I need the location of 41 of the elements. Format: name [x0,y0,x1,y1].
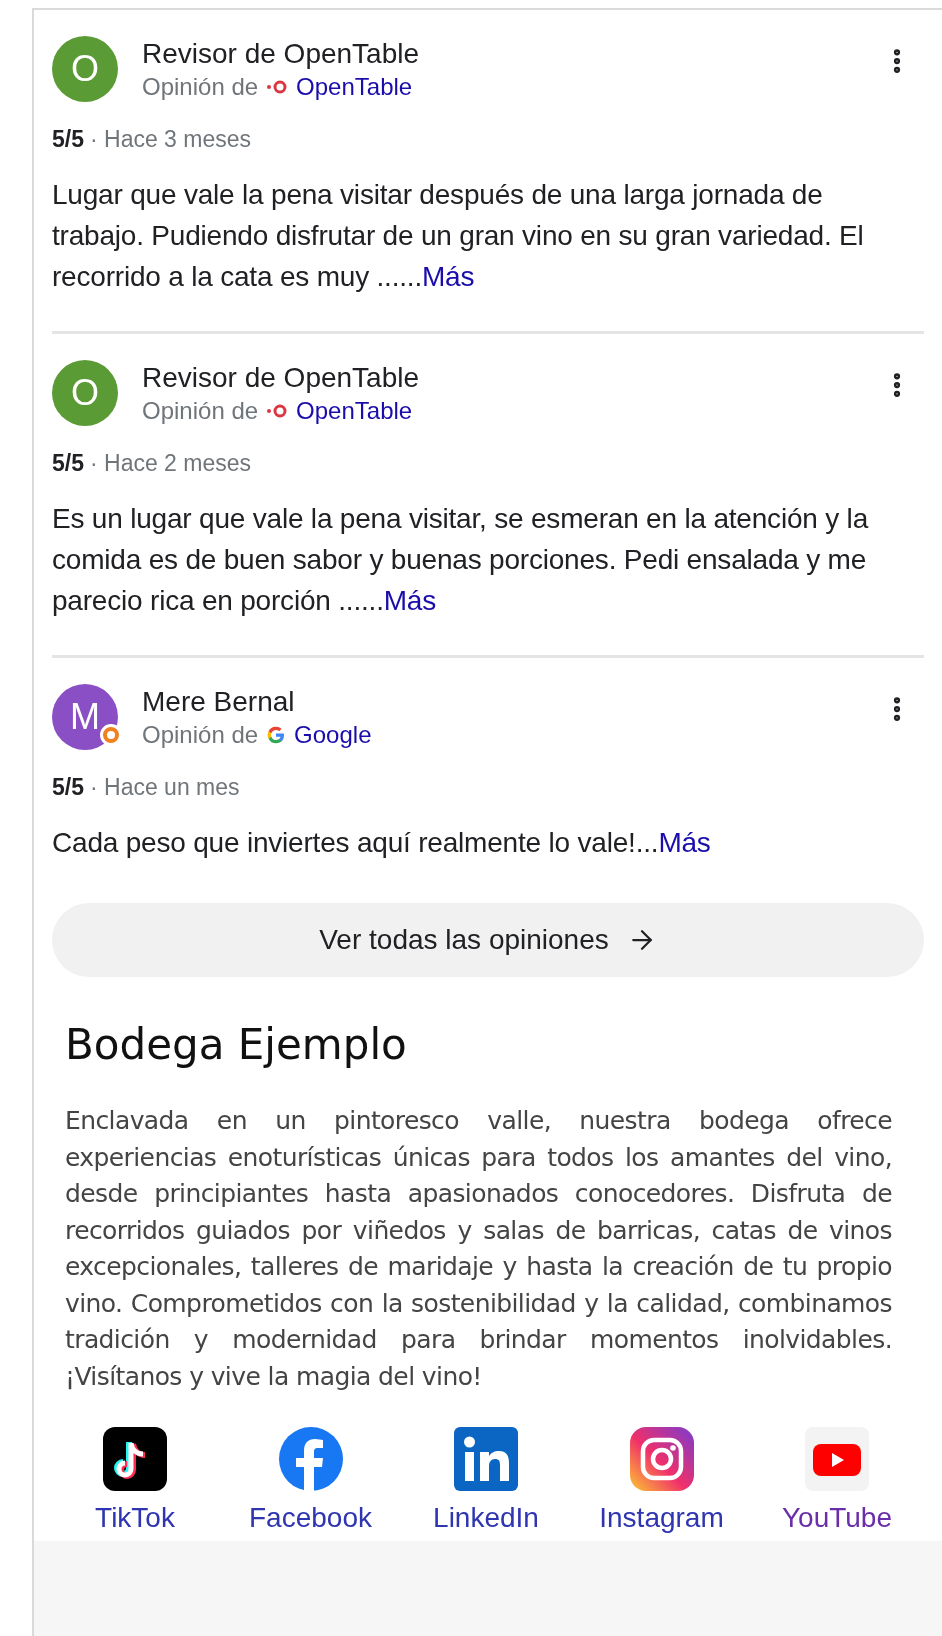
reviewer-name: Mere Bernal [142,685,296,719]
social-link[interactable]: LinkedIn [421,1425,551,1535]
tiktok-logo-icon [101,1425,169,1493]
source-label: Opinión de [142,396,259,426]
facebook-logo-icon [276,1425,345,1493]
rating: 5/5 [52,773,84,802]
more-link[interactable]: Más [658,827,711,858]
google-logo-icon [266,725,287,745]
all-reviews-button[interactable]: Ver todas las opiniones [52,903,924,977]
source-link[interactable]: Google [294,720,372,750]
opentable-logo-icon [266,404,289,418]
review-text: Lugar que vale la pena visitar después de una larga jornada de trabajo. Pudiendo disfrutar de un gran vino en su gran variedad. El recorrido a la cata es muy ......Más [52,178,865,294]
review-date: · Hace 3 meses [90,125,252,154]
badge-icon [100,724,122,746]
reviewer-name: Revisor de OpenTable [142,37,421,71]
source-label: Opinión de [142,72,259,102]
rating: 5/5 [52,449,84,478]
opentable-logo-icon [266,80,289,94]
social-link[interactable]: Facebook [245,1425,376,1535]
more-link[interactable]: Más [383,585,437,616]
youtube-logo-icon [803,1425,871,1493]
avatar-letter: O [71,47,99,91]
social-link[interactable]: YouTube [772,1425,902,1535]
source-link[interactable]: OpenTable [296,396,413,426]
rating: 5/5 [52,125,84,154]
avatar-letter: O [71,371,99,415]
social-link[interactable]: Instagram [596,1425,727,1535]
avatar-letter: M [70,695,100,739]
business-name: Bodega Ejemplo [65,1019,408,1071]
review-text: Cada peso que inviertes aquí realmente lo vale!...Más [52,826,712,860]
source-label: Opinión de [142,720,259,750]
source-link[interactable]: OpenTable [296,72,413,102]
social-link[interactable]: TikTok [70,1425,200,1535]
linkedin-logo-icon [452,1425,520,1493]
review-date: · Hace 2 meses [90,449,252,478]
more-link[interactable]: Más [422,261,475,292]
review-text: Es un lugar que vale la pena visitar, se esmeran en la atención y la comida es de buen sabor y buenas porciones. Pedi ensalada y me parecio rica en porción ......Más [52,502,870,618]
instagram-logo-icon [627,1425,696,1493]
review-date: · Hace un mes [90,773,240,802]
reviewer-name: Revisor de OpenTable [142,361,421,395]
business-description: Enclavada en un pintoresco valle, nuestra bodega ofrece experiencias enoturísticas únicas para todos los amantes del vino, desde principiantes hasta apasionados conocedores. Disfruta de recorridos guiados por viñedos y salas de barricas, catas de vinos excepcionales, talleres de maridaje y hasta la creación de tu propio vino. Comprometidos con la sostenibilidad y la calidad, combinamos tradición y modernidad para brindar momentos inolvidables. ¡Visítanos y vive la magia del vino! [65,1105,892,1393]
